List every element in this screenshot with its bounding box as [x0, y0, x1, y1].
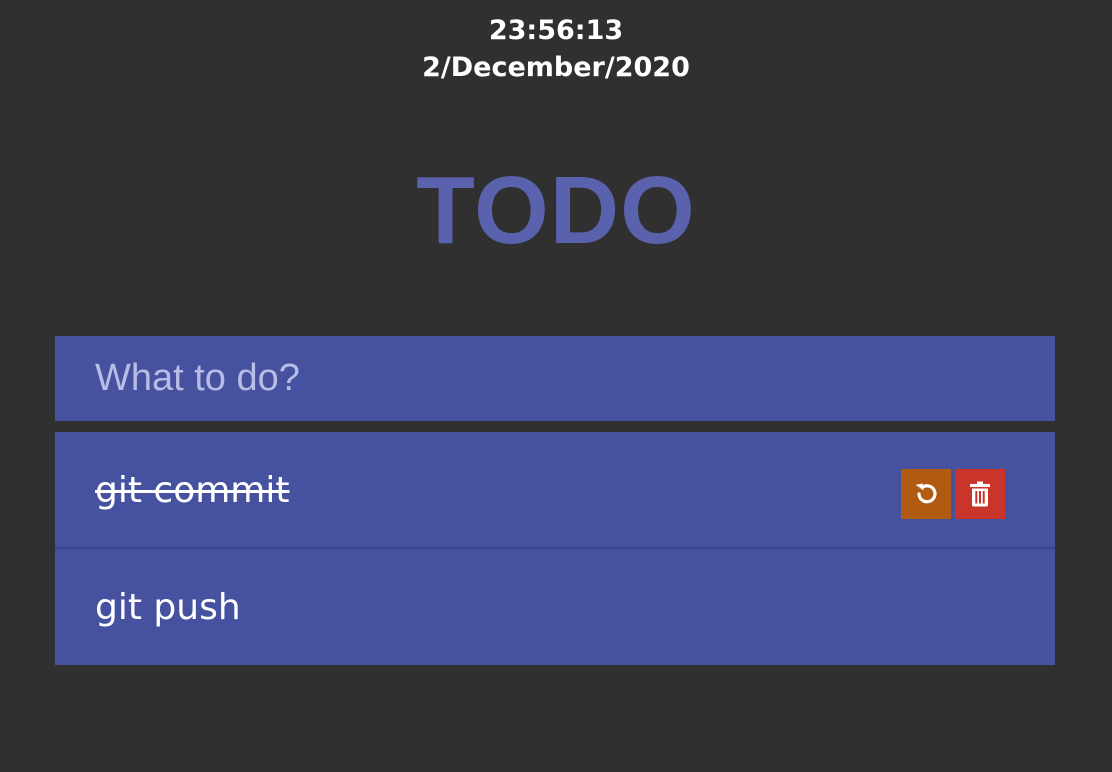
- trash-icon: [970, 481, 990, 507]
- clock: 23:56:13 2/December/2020: [0, 12, 1112, 86]
- undo-button[interactable]: [901, 469, 951, 519]
- delete-button[interactable]: [955, 469, 1005, 519]
- undo-icon: [915, 483, 937, 504]
- todo-text[interactable]: git push: [95, 549, 241, 666]
- todo-text[interactable]: git commit: [95, 432, 289, 549]
- clock-date: 2/December/2020: [422, 52, 690, 83]
- todo-list: git commit git push: [55, 432, 1055, 665]
- todo-actions: [901, 469, 1005, 519]
- list-item[interactable]: git commit: [55, 432, 1055, 549]
- list-item[interactable]: git push: [55, 549, 1055, 665]
- new-todo-panel: [55, 336, 1055, 421]
- new-todo-input[interactable]: [55, 336, 1055, 421]
- page-title: TODO: [416, 157, 696, 264]
- clock-time: 23:56:13: [488, 15, 624, 46]
